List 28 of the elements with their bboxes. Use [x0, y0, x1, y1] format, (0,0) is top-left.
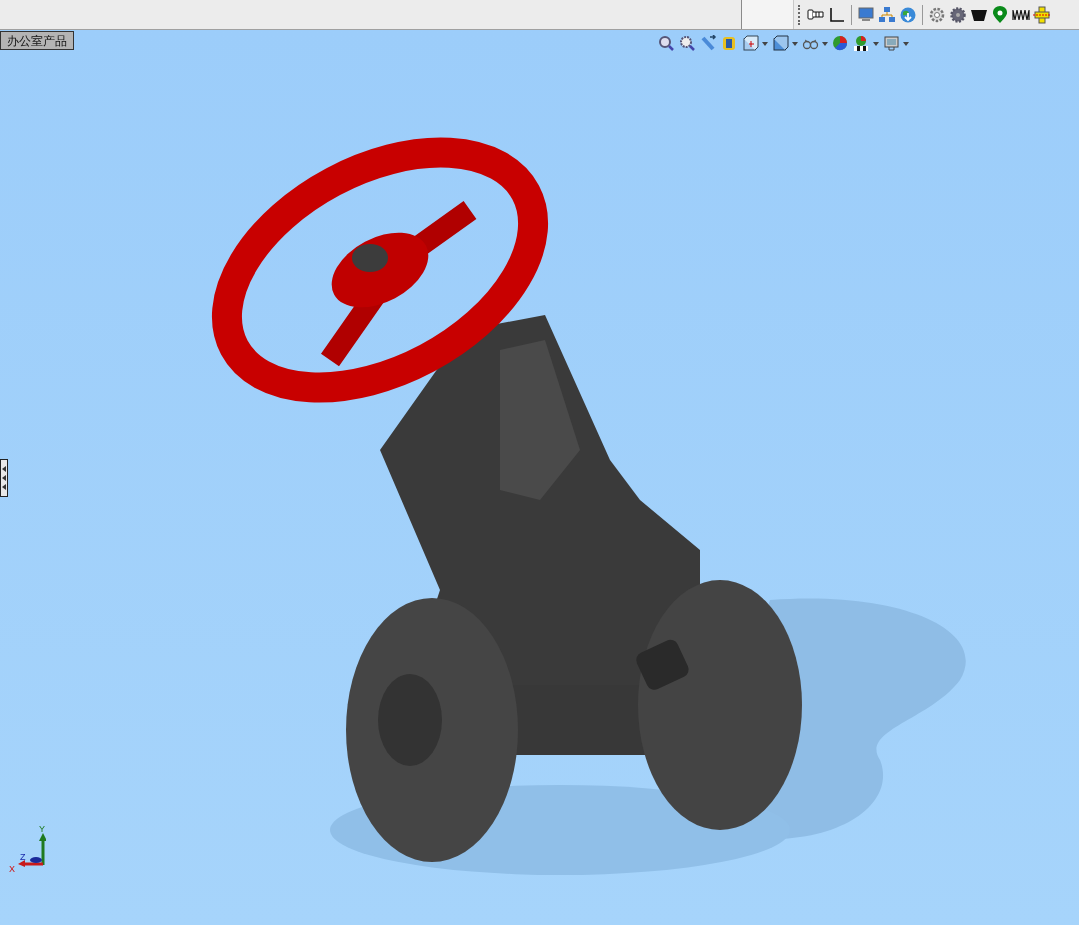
caret-icon[interactable] [792, 41, 798, 46]
monitor-icon[interactable] [857, 5, 875, 24]
caret-icon[interactable] [873, 41, 879, 46]
caret-icon[interactable] [762, 41, 768, 46]
section-view-icon[interactable] [721, 35, 738, 52]
angle-icon[interactable] [828, 5, 846, 24]
network-icon[interactable] [878, 5, 896, 24]
scene-icon[interactable] [853, 35, 870, 52]
panel-collapse-handle[interactable] [0, 459, 8, 497]
y-axis-label: Y [39, 825, 45, 834]
zoom-fit-icon[interactable] [658, 35, 675, 52]
z-axis-label: Z [20, 853, 26, 862]
appearance-icon[interactable] [832, 35, 849, 52]
zoom-area-icon[interactable] [679, 35, 696, 52]
axis-triad-icon [16, 833, 46, 867]
display-style-icon[interactable] [772, 35, 789, 52]
previous-view-icon[interactable] [700, 35, 717, 52]
document-tab[interactable]: 办公室产品 [0, 31, 74, 50]
gear-icon[interactable] [949, 5, 967, 24]
map-pin-icon[interactable] [991, 5, 1009, 24]
display-settings-icon[interactable] [883, 35, 900, 52]
globe-icon[interactable] [899, 5, 917, 24]
caret-icon[interactable] [903, 41, 909, 46]
gear-icon[interactable] [928, 5, 946, 24]
caret-icon[interactable] [822, 41, 828, 46]
view-orientation-icon[interactable] [742, 35, 759, 52]
part-icon[interactable] [1033, 5, 1051, 24]
x-axis-label: X [9, 865, 15, 874]
